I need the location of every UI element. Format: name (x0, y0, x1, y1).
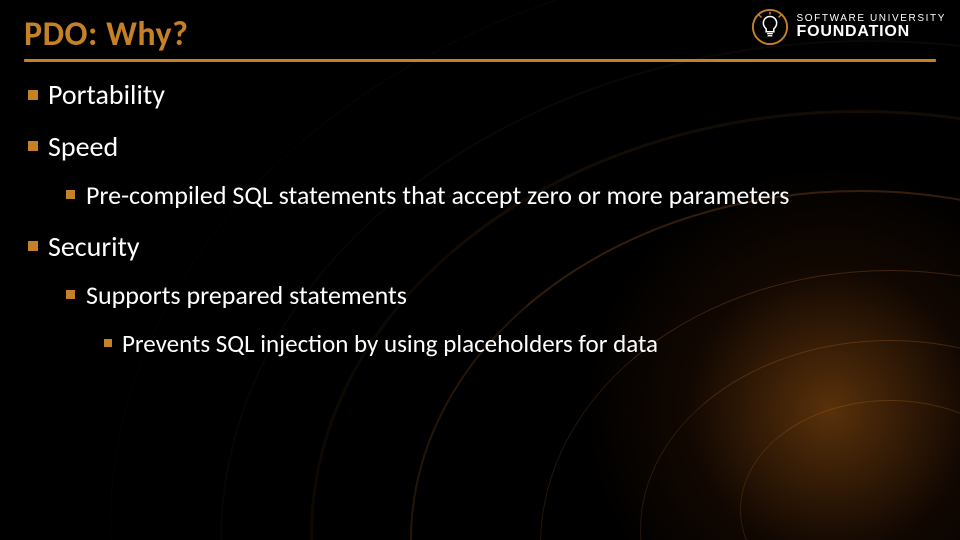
bullet-text: Prevents SQL injection by using placehol… (122, 328, 658, 359)
title-underline (24, 59, 936, 62)
bullet-text: Security (48, 229, 140, 264)
bullet-text: Speed (48, 129, 118, 164)
bullet-text: Pre-compiled SQL statements that accept … (86, 179, 789, 211)
bullet-level3: Prevents SQL injection by using placehol… (102, 328, 936, 359)
logo-text-bottom: FOUNDATION (797, 24, 946, 40)
lightbulb-icon (751, 8, 789, 46)
bullet-level2: Supports prepared statements Prevents SQ… (64, 279, 936, 359)
bullet-text: Supports prepared statements (86, 279, 407, 311)
bullet-level2: Pre-compiled SQL statements that accept … (64, 179, 936, 212)
bullet-level1: Portability (24, 78, 936, 112)
slide-body: PDO: Why? Portability Speed Pre-compiled… (0, 0, 960, 540)
bullet-list: Portability Speed Pre-compiled SQL state… (24, 78, 936, 359)
bullet-level1: Security Supports prepared statements Pr… (24, 230, 936, 359)
bullet-text: Portability (48, 77, 165, 112)
brand-logo: SOFTWARE UNIVERSITY FOUNDATION (751, 8, 946, 46)
bullet-level1: Speed Pre-compiled SQL statements that a… (24, 130, 936, 212)
